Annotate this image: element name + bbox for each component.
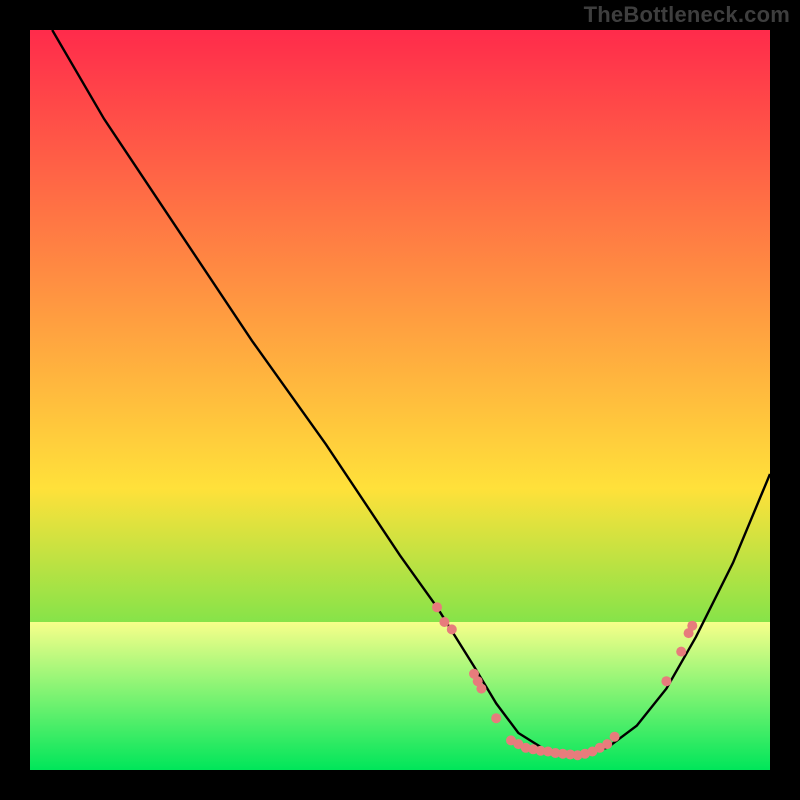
- chart-svg: [30, 30, 770, 770]
- chart-frame: TheBottleneck.com: [0, 0, 800, 800]
- data-marker: [602, 739, 612, 749]
- data-marker: [432, 602, 442, 612]
- data-marker: [476, 684, 486, 694]
- data-marker: [610, 732, 620, 742]
- data-marker: [447, 624, 457, 634]
- data-marker: [439, 617, 449, 627]
- data-marker: [661, 676, 671, 686]
- watermark-text: TheBottleneck.com: [584, 2, 790, 28]
- data-marker: [491, 713, 501, 723]
- data-marker: [676, 647, 686, 657]
- plot-area: [30, 30, 770, 770]
- data-marker: [687, 621, 697, 631]
